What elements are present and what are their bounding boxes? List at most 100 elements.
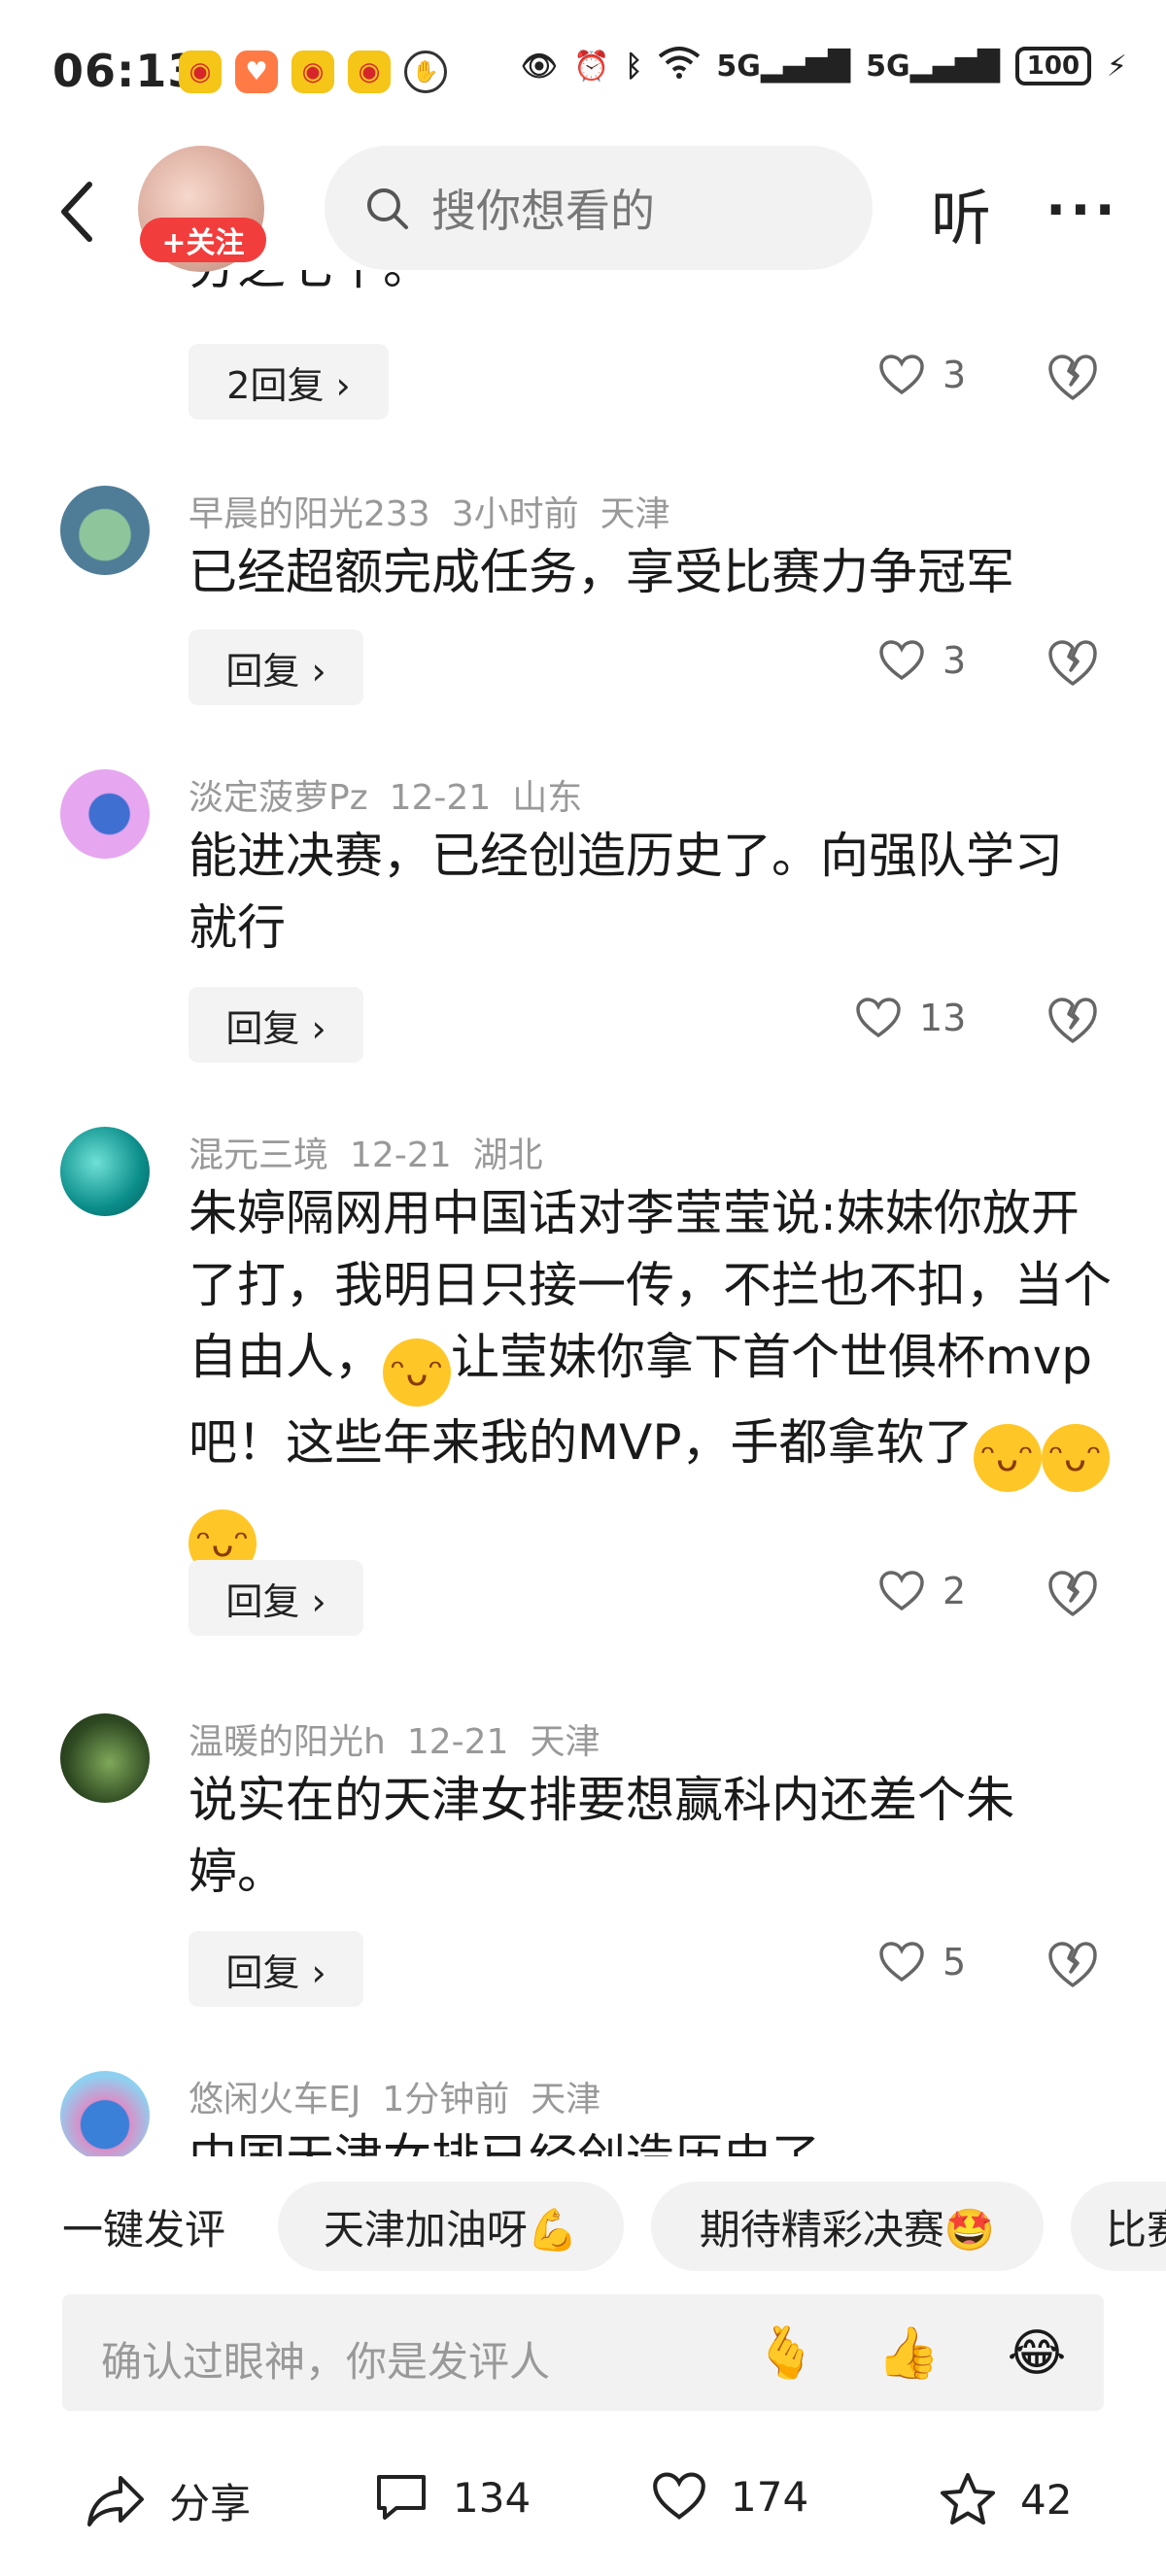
like-button[interactable]: 2 <box>878 1570 966 1612</box>
alarm-icon: ⏰ <box>572 49 610 84</box>
comment-input[interactable]: 确认过眼神，你是发评人 🫰 👍 😂 <box>62 2294 1104 2411</box>
comment-meta: 早晨的阳光233 3小时前 天津 <box>189 486 692 536</box>
heart-icon <box>879 640 924 681</box>
like-count: 2 <box>943 1570 967 1612</box>
dislike-broken-heart-icon[interactable] <box>1046 993 1100 1047</box>
comment-text: 中国天津女排已经创造历史了 <box>189 2121 1121 2156</box>
search-input[interactable]: 搜你想看的 <box>325 146 873 270</box>
grinning-emoji-icon: ᵔᴗᵔ <box>973 1424 1042 1492</box>
comment-text: 能进决赛，已经创造历史了。向强队学习就行 <box>189 828 1063 956</box>
comment-meta: 淡定菠萝Pz 12-21 山东 <box>189 769 603 820</box>
dislike-broken-heart-icon[interactable] <box>1046 350 1100 404</box>
user-avatar[interactable] <box>60 1127 150 1216</box>
comment-location: 山东 <box>512 778 583 818</box>
dislike-broken-heart-icon[interactable] <box>1046 635 1100 690</box>
comment-text: 分之七千。 <box>189 270 1121 303</box>
system-status: 👁 ⏰ ᛒ 5G▂▄▆█ 5G▂▄▆█ 100 ⚡ <box>521 45 1127 87</box>
like-button[interactable]: 13 <box>855 997 966 1039</box>
comment-count-button[interactable]: 134 <box>373 2471 531 2524</box>
heart-icon <box>879 1571 924 1611</box>
comment-location: 天津 <box>600 494 670 534</box>
heart-icon <box>879 1942 924 1983</box>
comment-list: 分之七千。 2回复 › 3 早晨的阳光2333小时前天津 已经超额完成任务，享受… <box>0 270 1166 2156</box>
favorite-button[interactable]: 42 <box>939 2471 1072 2527</box>
like-count: 3 <box>943 639 967 682</box>
search-placeholder: 搜你想看的 <box>431 185 655 237</box>
status-bar: 06:13 ◉ ♥ ◉ ◉ ✋ 👁 ⏰ ᛒ 5G▂▄▆█ 5G▂▄▆█ 100 … <box>0 0 1166 146</box>
comment-input-placeholder: 确认过眼神，你是发评人 <box>101 2338 551 2386</box>
comment-time: 12-21 <box>350 1135 452 1175</box>
heart-app-icon: ♥ <box>235 51 278 93</box>
weibo-icon: ◉ <box>179 51 222 93</box>
comment-time: 12-21 <box>406 1722 509 1762</box>
like-count: 13 <box>919 997 967 1039</box>
comment-text: 朱婷隔网用中国话对李莹莹说:妹妹你放开了打，我明日只接一传，不拦也不扣，当个自由… <box>189 1177 1112 1577</box>
user-avatar[interactable] <box>60 1713 150 1803</box>
weibo-icon: ◉ <box>348 51 391 93</box>
hand-icon: ✋ <box>404 51 447 93</box>
comment-text: 已经超额完成任务，享受比赛力争冠军 <box>189 544 1014 600</box>
user-name[interactable]: 悠闲火车EJ <box>189 2080 360 2119</box>
reply-button[interactable]: 2回复 › <box>189 344 389 420</box>
user-name[interactable]: 温暖的阳光h <box>189 1722 386 1762</box>
like-button[interactable]: 3 <box>878 639 966 682</box>
user-avatar[interactable] <box>60 486 150 575</box>
signal-5g-icon: 5G▂▄▆█ <box>866 49 1000 84</box>
comment-count: 134 <box>453 2473 532 2522</box>
reply-button[interactable]: 回复 › <box>189 1560 363 1636</box>
quick-comment-label: 一键发评 <box>62 2206 226 2254</box>
bluetooth-icon: ᛒ <box>625 49 643 84</box>
like-button[interactable]: 3 <box>878 354 966 396</box>
reply-button[interactable]: 回复 › <box>189 629 363 705</box>
reply-button[interactable]: 回复 › <box>189 1931 363 2007</box>
chevron-left-icon <box>61 182 92 242</box>
comment-time: 12-21 <box>389 778 492 818</box>
back-button[interactable] <box>51 173 109 251</box>
quick-comment-row: 一键发评 天津加油呀💪 期待精彩决赛🤩 比赛 <box>0 2182 1166 2271</box>
user-avatar[interactable] <box>60 2071 150 2156</box>
user-name[interactable]: 混元三境 <box>189 1135 328 1175</box>
status-time: 06:13 <box>52 45 200 97</box>
comment-time: 1分钟前 <box>382 2080 510 2119</box>
follow-button[interactable]: +关注 <box>140 218 266 262</box>
user-name[interactable]: 淡定菠萝Pz <box>189 778 368 818</box>
comment-location: 天津 <box>531 2080 601 2119</box>
quick-comment-chip[interactable]: 期待精彩决赛🤩 <box>651 2182 1044 2271</box>
signal-5g-icon: 5G▂▄▆█ <box>716 49 851 84</box>
user-name[interactable]: 早晨的阳光233 <box>189 494 430 534</box>
star-icon <box>941 2473 995 2525</box>
share-button[interactable]: 分享 <box>86 2471 251 2530</box>
laughing-tears-emoji-button[interactable]: 😂 <box>1005 2322 1069 2386</box>
like-count: 3 <box>943 354 967 396</box>
heart-icon <box>879 355 924 395</box>
share-label: 分享 <box>169 2480 252 2527</box>
dislike-broken-heart-icon[interactable] <box>1046 1937 1100 1991</box>
grinning-emoji-icon: ᵔᴗᵔ <box>1041 1424 1110 1492</box>
finger-heart-emoji-button[interactable]: 🫰 <box>754 2322 818 2386</box>
like-count: 174 <box>731 2472 809 2521</box>
top-header: +关注 搜你想看的 听 ··· <box>0 146 1166 272</box>
thumbs-up-emoji-button[interactable]: 👍 <box>876 2322 941 2386</box>
more-options-button[interactable]: ··· <box>1046 179 1119 242</box>
wifi-icon <box>658 45 701 87</box>
dislike-broken-heart-icon[interactable] <box>1046 1566 1100 1620</box>
charging-icon: ⚡ <box>1106 49 1127 84</box>
favorite-count: 42 <box>1020 2475 1073 2524</box>
like-post-button[interactable]: 174 <box>651 2471 808 2522</box>
heart-icon <box>653 2472 705 2520</box>
listen-button[interactable]: 听 <box>931 169 991 256</box>
heart-icon <box>856 998 901 1038</box>
user-avatar[interactable] <box>60 769 150 859</box>
comment-meta: 混元三境 12-21 湖北 <box>189 1127 565 1177</box>
reply-button[interactable]: 回复 › <box>189 987 363 1063</box>
quick-comment-chip[interactable]: 天津加油呀💪 <box>278 2182 624 2271</box>
bottom-action-bar: 分享 134 174 42 <box>0 2454 1166 2547</box>
like-button[interactable]: 5 <box>878 1941 966 1983</box>
eye-icon: 👁 <box>520 49 558 84</box>
quick-comment-chip[interactable]: 比赛 <box>1071 2182 1166 2271</box>
comment-location: 湖北 <box>472 1135 543 1175</box>
comment-time: 3小时前 <box>451 494 579 534</box>
laughing-emoji-icon: ᵔᴗᵔ <box>383 1339 451 1407</box>
search-icon <box>367 188 408 229</box>
author-avatar-wrap[interactable]: +关注 <box>138 146 266 274</box>
